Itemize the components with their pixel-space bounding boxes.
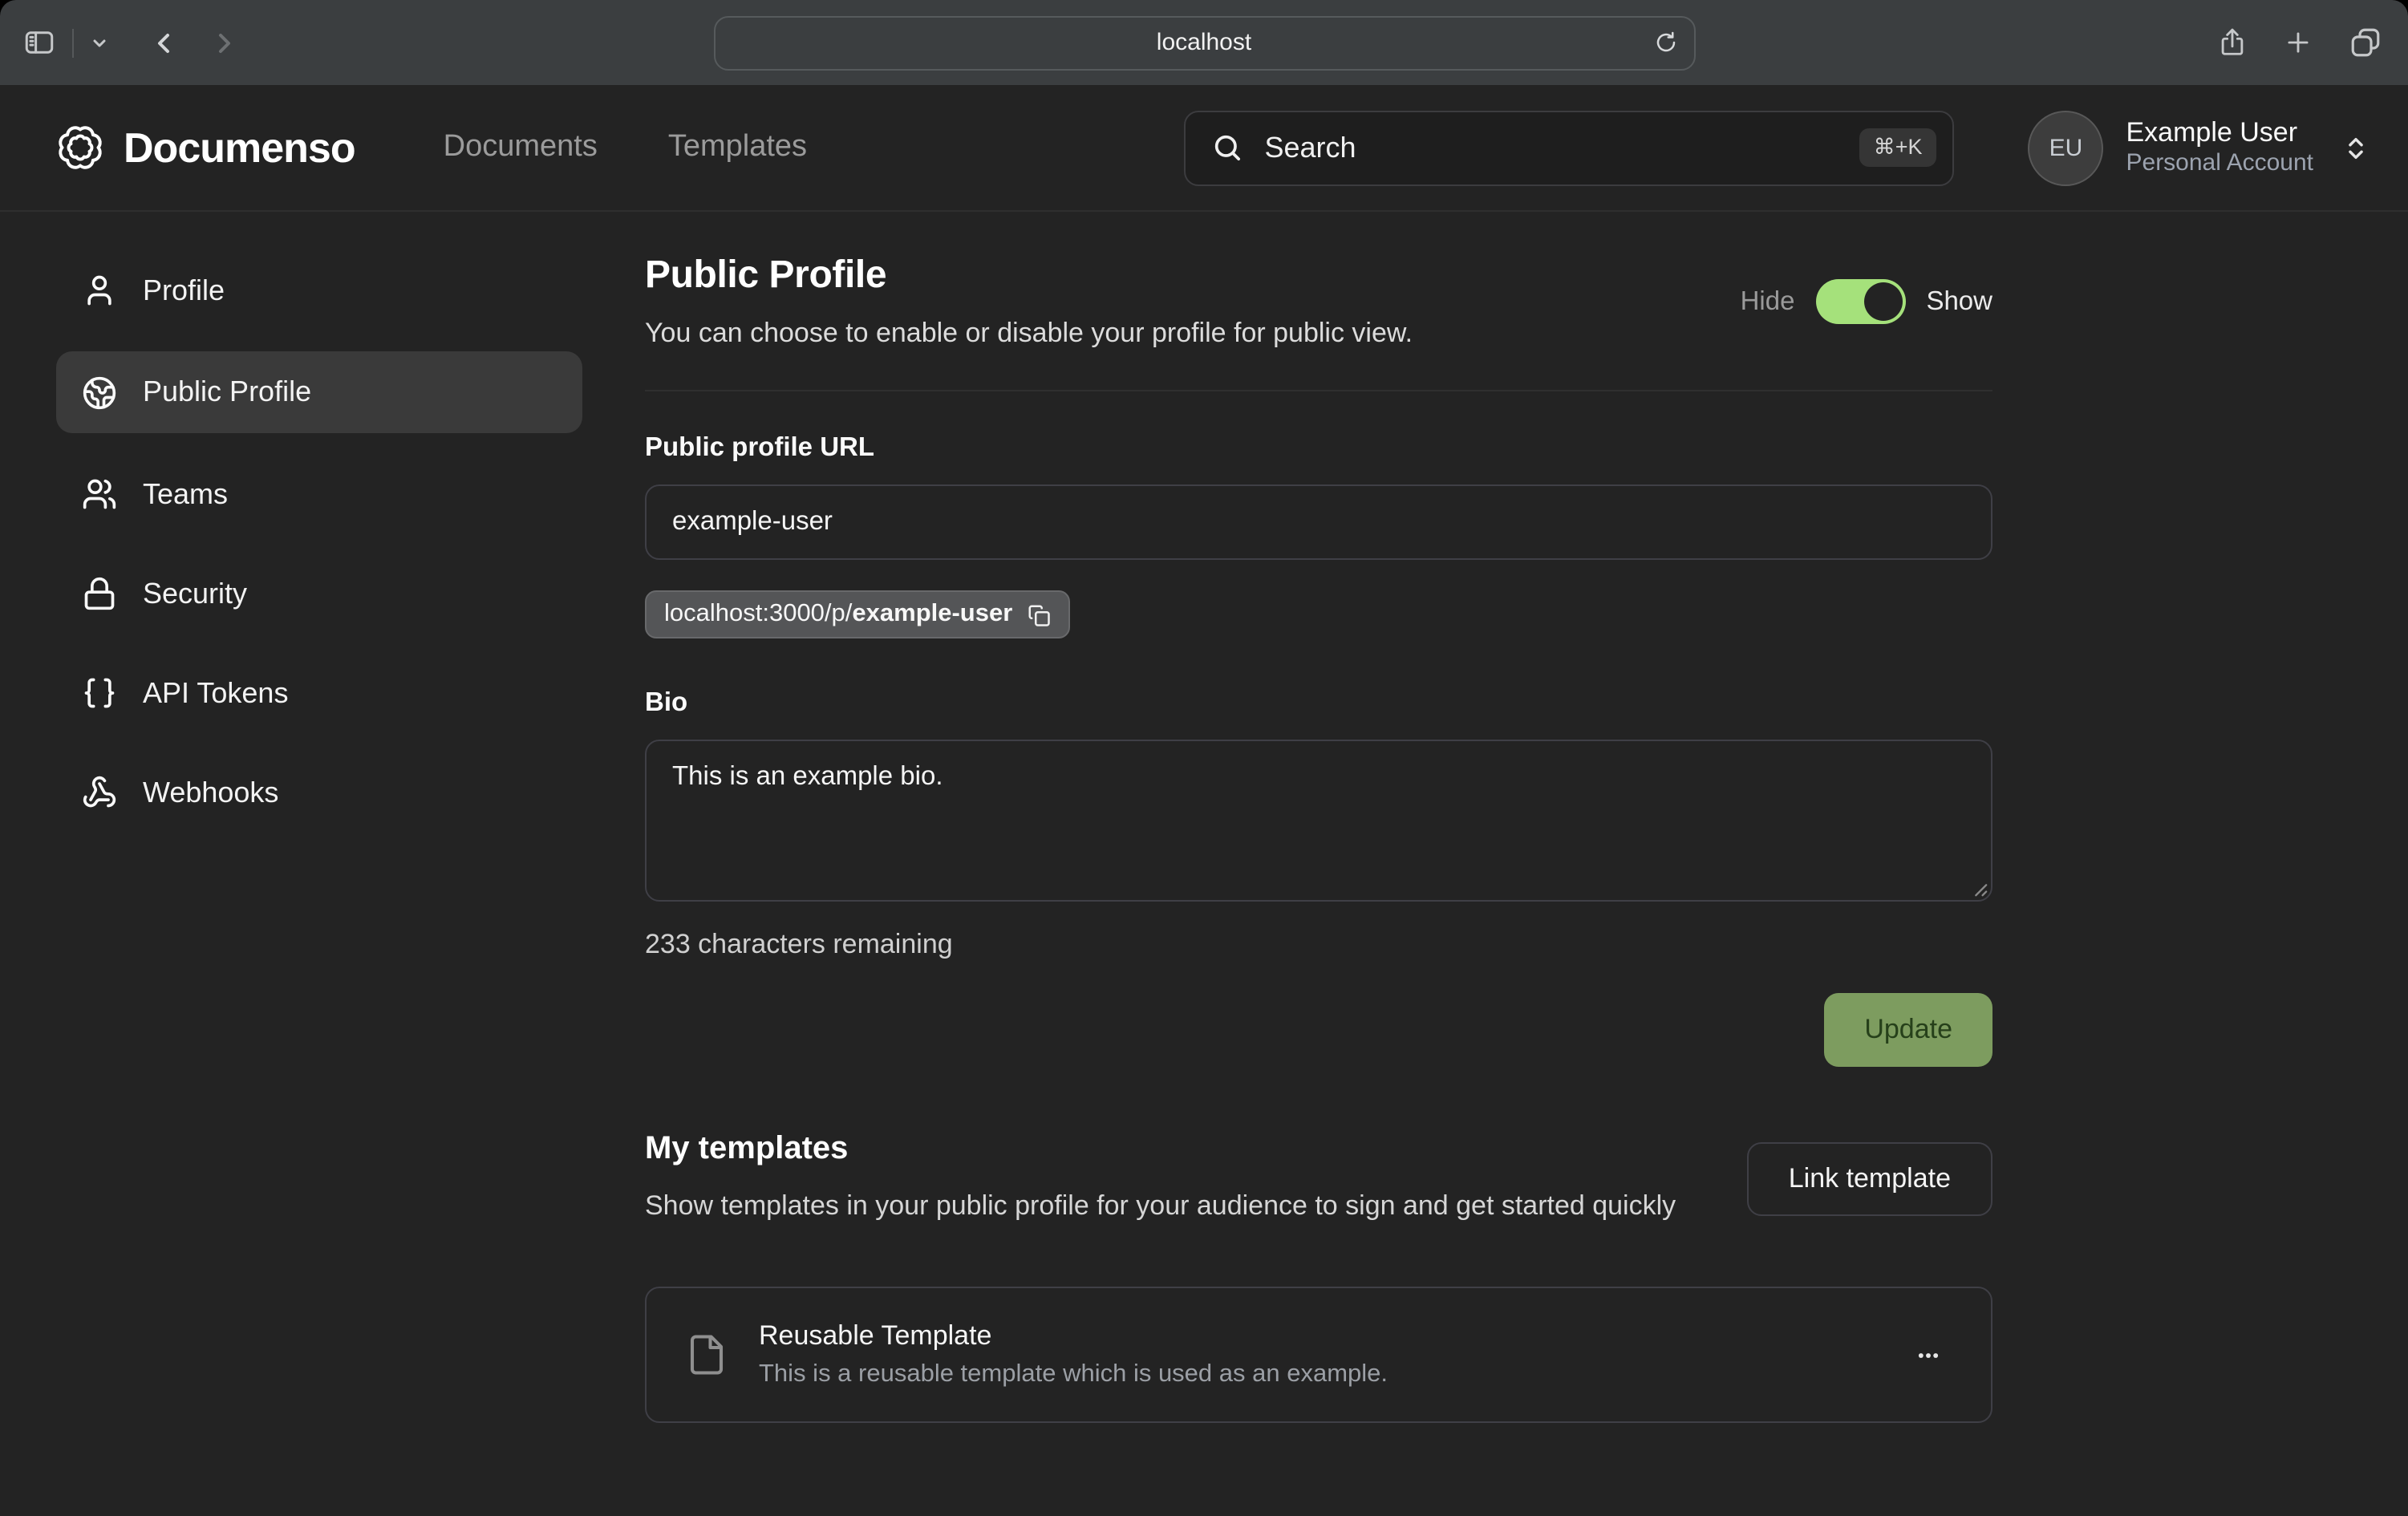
share-icon[interactable] xyxy=(2217,26,2248,59)
sidebar-item-api-tokens[interactable]: API Tokens xyxy=(56,655,582,732)
toggle-knob xyxy=(1863,282,1902,321)
section-divider xyxy=(645,390,1992,391)
avatar-initials: EU xyxy=(2049,134,2083,161)
bio-field-label: Bio xyxy=(645,688,1992,719)
tab-overview-icon[interactable] xyxy=(2349,26,2382,59)
reload-icon[interactable] xyxy=(1653,30,1677,55)
lock-icon xyxy=(82,576,117,611)
sidebar-dropdown-chevron-icon[interactable] xyxy=(90,33,109,52)
toolbar-divider xyxy=(72,28,74,57)
toggle-show-label: Show xyxy=(1926,286,1992,317)
profile-url-text: localhost:3000/p/example-user xyxy=(664,600,1012,629)
user-name: Example User xyxy=(2126,116,2314,150)
file-icon xyxy=(685,1333,728,1376)
search-icon xyxy=(1212,132,1244,164)
nav-documents[interactable]: Documents xyxy=(444,130,598,165)
brand-name: Documenso xyxy=(124,123,355,172)
sidebar-item-teams[interactable]: Teams xyxy=(56,456,582,533)
search-shortcut-badge: ⌘+K xyxy=(1859,128,1937,167)
my-templates-description: Show templates in your public profile fo… xyxy=(645,1186,1676,1227)
forward-button-icon xyxy=(209,26,241,59)
braces-icon xyxy=(82,675,117,711)
main-content: Public Profile You can choose to enable … xyxy=(645,212,1992,1423)
link-template-button[interactable]: Link template xyxy=(1747,1142,1992,1216)
ellipsis-menu-icon[interactable] xyxy=(1904,1331,1952,1379)
profile-visibility-toggle-row: Hide Show xyxy=(1741,279,1992,324)
sidebar-item-label: Teams xyxy=(143,477,228,511)
address-bar[interactable]: localhost xyxy=(713,15,1695,70)
sidebar-item-public-profile[interactable]: Public Profile xyxy=(56,351,582,433)
update-button[interactable]: Update xyxy=(1824,993,1992,1067)
public-profile-url-input[interactable] xyxy=(645,484,1992,560)
chevrons-up-down-icon xyxy=(2342,134,2369,161)
globe-icon xyxy=(82,375,117,410)
brand[interactable]: Documenso xyxy=(56,123,355,172)
sidebar-item-label: Webhooks xyxy=(143,776,278,809)
sidebar-item-label: API Tokens xyxy=(143,676,288,710)
sidebar-item-security[interactable]: Security xyxy=(56,555,582,632)
webhook-icon xyxy=(82,775,117,810)
sidebar-toggle-icon[interactable] xyxy=(22,26,56,59)
avatar[interactable]: EU xyxy=(2029,110,2104,185)
template-description: This is a reusable template which is use… xyxy=(759,1360,1904,1389)
template-title: Reusable Template xyxy=(759,1320,1904,1352)
new-tab-icon[interactable] xyxy=(2283,27,2313,58)
profile-url-copy-chip[interactable]: localhost:3000/p/example-user xyxy=(645,590,1070,638)
sidebar-item-label: Security xyxy=(143,577,247,610)
page-title: Public Profile xyxy=(645,253,1413,298)
my-templates-title: My templates xyxy=(645,1131,1676,1168)
top-nav: Documents Templates xyxy=(444,130,807,165)
bio-char-counter: 233 characters remaining xyxy=(645,929,1992,961)
toggle-hide-label: Hide xyxy=(1741,286,1795,317)
nav-templates[interactable]: Templates xyxy=(668,130,807,165)
sidebar-item-profile[interactable]: Profile xyxy=(56,252,582,329)
documenso-logo-icon xyxy=(56,124,104,172)
template-list-item[interactable]: Reusable Template This is a reusable tem… xyxy=(645,1287,1992,1423)
back-button-icon[interactable] xyxy=(148,26,180,59)
copy-icon[interactable] xyxy=(1027,602,1051,626)
browser-toolbar: localhost xyxy=(0,0,2408,85)
url-field-label: Public profile URL xyxy=(645,433,1992,464)
sidebar-item-label: Public Profile xyxy=(143,375,311,409)
search-input[interactable] xyxy=(1265,131,1838,164)
app-window: localhost xyxy=(0,0,2408,1516)
app-header: Documenso Documents Templates ⌘+K EU Exa… xyxy=(0,85,2408,212)
bio-textarea[interactable]: This is an example bio. xyxy=(645,740,1992,902)
account-menu[interactable]: EU Example User Personal Account xyxy=(2029,110,2370,185)
resize-grip-icon[interactable] xyxy=(1970,879,1988,897)
sidebar-item-label: Profile xyxy=(143,274,225,307)
settings-sidebar: Profile Public Profile Teams Security AP xyxy=(56,252,582,853)
visibility-toggle[interactable] xyxy=(1815,279,1905,324)
search-box[interactable]: ⌘+K xyxy=(1185,110,1955,185)
page-subtitle: You can choose to enable or disable your… xyxy=(645,318,1413,350)
user-icon xyxy=(82,273,117,308)
users-icon xyxy=(82,476,117,512)
user-account-type: Personal Account xyxy=(2126,150,2314,180)
sidebar-item-webhooks[interactable]: Webhooks xyxy=(56,754,582,831)
address-bar-url[interactable]: localhost xyxy=(1157,29,1251,56)
